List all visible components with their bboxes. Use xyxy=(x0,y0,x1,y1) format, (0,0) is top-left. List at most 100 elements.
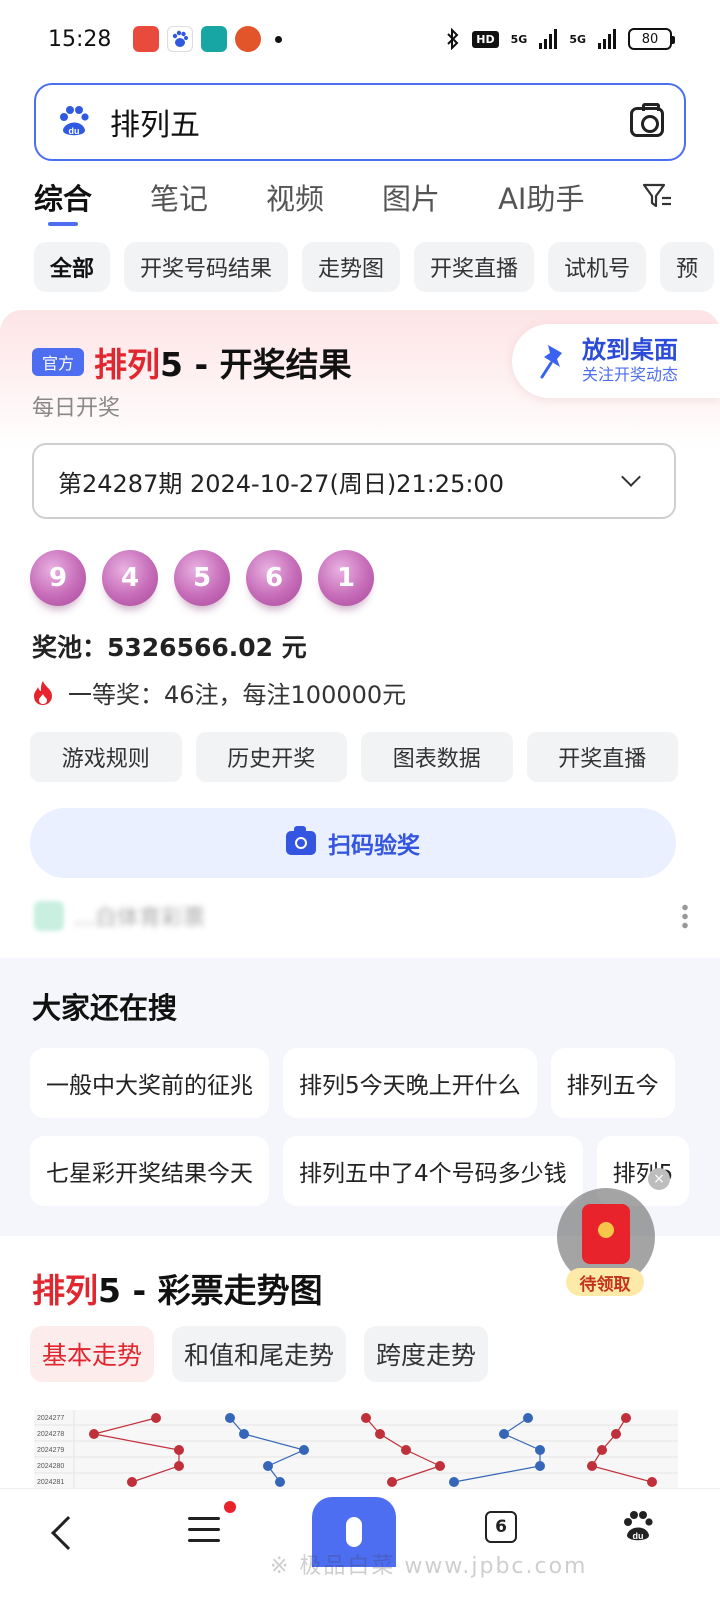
notification-dot xyxy=(224,1501,236,1513)
trend-tab-basic[interactable]: 基本走势 xyxy=(30,1326,155,1382)
chip-all[interactable]: 全部 xyxy=(34,242,111,292)
tab-video[interactable]: 视频 xyxy=(266,176,324,218)
live-draw-button[interactable]: 开奖直播 xyxy=(526,732,678,782)
status-right: HD 5G 5G 80 xyxy=(446,28,675,50)
pin-to-desktop-button[interactable]: 放到桌面 关注开奖动态 xyxy=(512,324,720,398)
filter-chips: 全部 开奖号码结果 走势图 开奖直播 试机号 预 xyxy=(34,242,720,294)
history-draws-button[interactable]: 历史开奖 xyxy=(195,732,347,782)
back-icon[interactable] xyxy=(51,1516,85,1550)
more-notifications-icon xyxy=(275,35,283,43)
winning-numbers: 9 4 5 6 1 xyxy=(30,550,374,606)
draw-frequency: 每日开奖 xyxy=(32,396,121,421)
pin-icon xyxy=(540,345,562,379)
related-query[interactable]: 一般中大奖前的征兆 xyxy=(30,1048,269,1118)
chip-test-number[interactable]: 试机号 xyxy=(548,242,647,292)
first-prize-text: 一等奖：46注，每注100000元 xyxy=(68,681,407,709)
app-notification-icon-2 xyxy=(201,26,228,52)
period-selected-value: 第24287期 2024-10-27(周日)21:25:00 xyxy=(58,469,504,498)
tab-notes[interactable]: 笔记 xyxy=(150,176,208,218)
result-card-title[interactable]: 排列5 - 开奖结果 xyxy=(94,338,352,386)
chip-more[interactable]: 预 xyxy=(660,242,715,292)
period-select[interactable]: 第24287期 2024-10-27(周日)21:25:00 xyxy=(32,443,676,519)
search-tabs: 综合 笔记 视频 图片 AI助手 xyxy=(34,176,720,232)
official-badge: 官方 xyxy=(32,348,84,376)
menu-icon[interactable] xyxy=(188,1517,220,1543)
tabs-count-button[interactable]: 6 xyxy=(485,1511,517,1543)
period-label: 2024280 xyxy=(37,1463,64,1470)
signal-icon-2 xyxy=(598,29,616,49)
trend-title-red: 排列 xyxy=(32,1271,98,1310)
related-query[interactable]: 排列5今天晚上开什么 xyxy=(283,1048,537,1118)
trend-tab-sum[interactable]: 和值和尾走势 xyxy=(172,1326,347,1382)
baidu-notification-icon xyxy=(167,26,194,52)
search-input[interactable]: 排列五 xyxy=(110,100,630,144)
period-label: 2024281 xyxy=(37,1479,64,1486)
tab-images[interactable]: 图片 xyxy=(382,176,440,218)
svg-text:du: du xyxy=(69,126,80,136)
period-label: 2024278 xyxy=(37,1431,64,1438)
signal-label-2: 5G xyxy=(569,32,586,46)
filter-icon[interactable] xyxy=(642,182,672,210)
search-bar[interactable]: du 排列五 xyxy=(34,83,686,161)
tab-ai-assistant[interactable]: AI助手 xyxy=(498,176,584,218)
red-packet-label[interactable]: 待领取 xyxy=(566,1268,644,1296)
title-rest-part: 5 - 开奖结果 xyxy=(160,345,352,384)
pin-subtitle: 关注开奖动态 xyxy=(582,365,679,384)
period-label: 2024279 xyxy=(37,1447,64,1454)
status-bar: 15:28 HD 5G 5G 80 xyxy=(0,0,720,78)
camera-icon xyxy=(286,826,316,855)
chip-trend-chart[interactable]: 走势图 xyxy=(302,242,401,292)
trend-chart-preview[interactable]: 2024277 2024278 2024279 2024280 2024281 xyxy=(34,1410,678,1488)
number-ball: 6 xyxy=(246,550,302,606)
trend-tab-span[interactable]: 跨度走势 xyxy=(364,1326,489,1382)
app-notification-icon-3 xyxy=(235,26,262,52)
scan-ticket-button[interactable]: 扫码验奖 xyxy=(30,808,676,878)
status-time: 15:28 xyxy=(48,26,112,52)
pin-text: 放到桌面 关注开奖动态 xyxy=(582,336,678,386)
chart-data-button[interactable]: 图表数据 xyxy=(361,732,513,782)
red-envelope-icon xyxy=(582,1204,630,1264)
prize-pool: 奖池：5326566.02 元 xyxy=(32,633,307,662)
more-options-icon[interactable] xyxy=(682,903,688,929)
signal-icon-1 xyxy=(539,29,558,49)
chip-live-draw[interactable]: 开奖直播 xyxy=(414,242,535,292)
watermark: ※ 极品白菜 www.jpbc.com xyxy=(270,1554,588,1579)
camera-search-icon[interactable] xyxy=(630,103,664,137)
bluetooth-icon xyxy=(447,28,459,50)
baidu-home-icon[interactable]: du xyxy=(620,1509,656,1545)
microphone-icon xyxy=(346,1517,362,1547)
number-ball: 9 xyxy=(30,550,86,606)
result-actions: 游戏规则 历史开奖 图表数据 开奖直播 xyxy=(30,732,678,782)
number-ball: 5 xyxy=(174,550,230,606)
signal-label-1: 5G xyxy=(510,32,528,46)
trend-title[interactable]: 排列5 - 彩票走势图 xyxy=(32,1264,323,1312)
source-row[interactable]: ...白体育彩票 xyxy=(34,898,688,934)
baidu-logo-icon: du xyxy=(60,106,89,136)
title-red-part: 排列 xyxy=(94,345,160,384)
game-rules-button[interactable]: 游戏规则 xyxy=(30,732,182,782)
chevron-down-icon xyxy=(621,467,641,487)
number-ball: 4 xyxy=(102,550,158,606)
also-search-row-1: 一般中大奖前的征兆 排列5今天晚上开什么 排列五今 xyxy=(30,1048,720,1118)
hd-badge: HD xyxy=(472,30,499,48)
close-icon[interactable]: × xyxy=(648,1168,670,1190)
bottom-nav: 6 du xyxy=(0,1488,720,1600)
scan-ticket-label: 扫码验奖 xyxy=(328,833,420,859)
trend-tabs: 基本走势 和值和尾走势 跨度走势 xyxy=(30,1326,489,1382)
related-query[interactable]: 排列五中了4个号码多少钱 xyxy=(283,1136,583,1206)
related-query[interactable]: 排列五今 xyxy=(550,1048,675,1118)
tab-all[interactable]: 综合 xyxy=(34,176,92,226)
app-notification-icon xyxy=(133,26,160,52)
source-name: ...白体育彩票 xyxy=(74,906,205,931)
pin-title: 放到桌面 xyxy=(582,336,678,364)
trend-title-rest: 5 - 彩票走势图 xyxy=(98,1271,323,1310)
svg-text:du: du xyxy=(633,1531,644,1541)
battery-icon: 80 xyxy=(628,28,675,50)
first-prize: 一等奖：46注，每注100000元 xyxy=(32,675,406,710)
period-label: 2024277 xyxy=(37,1415,64,1422)
number-ball: 1 xyxy=(318,550,374,606)
also-search-title: 大家还在搜 xyxy=(32,991,178,1025)
related-query[interactable]: 七星彩开奖结果今天 xyxy=(30,1136,269,1206)
chip-draw-results[interactable]: 开奖号码结果 xyxy=(124,242,289,292)
fire-icon xyxy=(34,680,52,705)
